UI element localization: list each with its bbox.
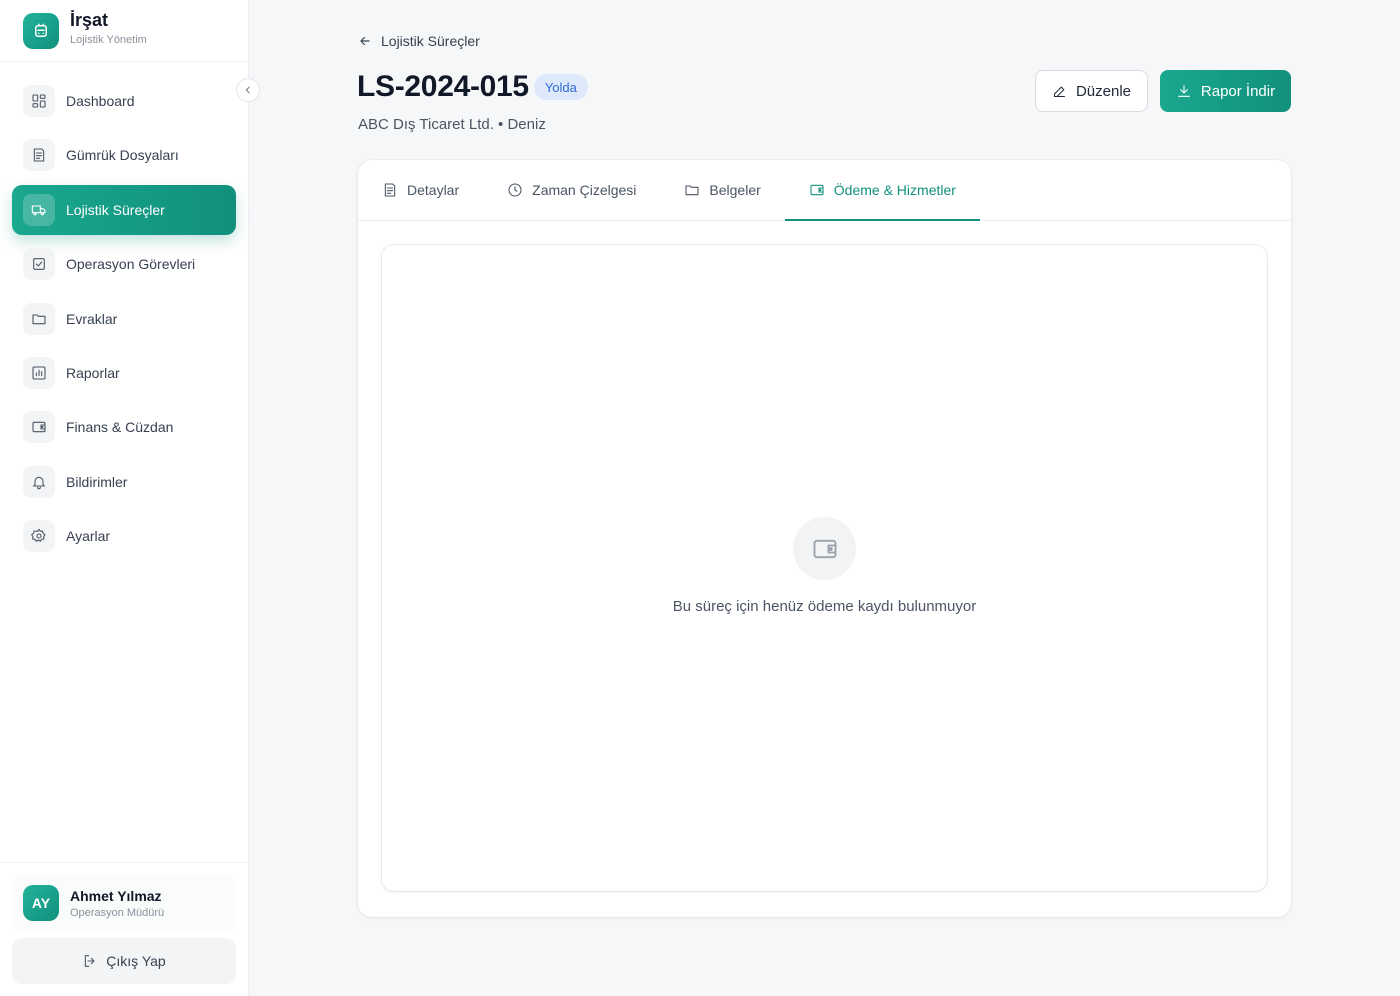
logout-label: Çıkış Yap <box>106 953 166 969</box>
chart-icon <box>23 356 55 389</box>
dashboard-icon <box>23 85 55 117</box>
tab-label: Detaylar <box>407 182 460 198</box>
logout-button[interactable]: Çıkış Yap <box>12 938 236 984</box>
gear-icon <box>23 520 55 553</box>
sidebar: İrşat Lojistik Yönetim Dashboard Gümrük … <box>0 0 260 996</box>
bell-icon <box>23 465 55 498</box>
tab-label: Ödeme & Hizmetler <box>833 182 956 198</box>
tab-label: Zaman Çizelgesi <box>532 182 637 198</box>
wallet-icon <box>810 184 824 196</box>
download-report-label: Rapor İndir <box>1200 82 1276 100</box>
tab-timeline[interactable]: Zaman Çizelgesi <box>483 160 660 220</box>
tab-bar: Detaylar Zaman Çizelgesi Belgeler Ödeme … <box>358 160 1291 221</box>
back-link-label: Lojistik Süreçler <box>381 33 480 49</box>
arrow-left-icon <box>360 36 370 46</box>
status-badge: Yolda <box>533 74 588 100</box>
brand-title: İrşat <box>70 10 109 30</box>
sidebar-item-label: Gümrük Dosyaları <box>66 147 179 164</box>
truck-icon <box>23 193 55 226</box>
wallet-icon <box>793 517 856 580</box>
checkbox-icon <box>23 248 55 281</box>
brand-logo-icon <box>23 12 59 49</box>
payment-panel: Bu süreç için henüz ödeme kaydı bulunmuy… <box>382 245 1267 891</box>
sidebar-item-notifications[interactable]: Bildirimler <box>12 457 236 507</box>
download-icon <box>1178 85 1190 97</box>
back-link[interactable]: Lojistik Süreçler <box>358 33 480 49</box>
sidebar-item-documents[interactable]: Evraklar <box>12 294 236 344</box>
sidebar-collapse-button[interactable] <box>236 78 260 102</box>
wallet-icon <box>23 411 55 444</box>
page-title-row: LS-2024-015 Yolda <box>357 70 588 104</box>
download-report-button[interactable]: Rapor İndir <box>1160 70 1291 112</box>
brand-subtitle: Lojistik Yönetim <box>70 34 147 46</box>
tab-documents[interactable]: Belgeler <box>660 160 784 220</box>
process-detail-card: Detaylar Zaman Çizelgesi Belgeler Ödeme … <box>358 160 1291 917</box>
sidebar-item-label: Dashboard <box>66 93 135 109</box>
sidebar-item-label: Bildirimler <box>66 473 128 490</box>
empty-state-message: Bu süreç için henüz ödeme kaydı bulunmuy… <box>672 598 977 615</box>
brand[interactable]: İrşat Lojistik Yönetim <box>0 0 248 62</box>
sidebar-item-dashboard[interactable]: Dashboard <box>12 76 236 126</box>
folder-icon <box>23 302 55 335</box>
edit-button[interactable]: Düzenle <box>1035 70 1148 112</box>
sidebar-item-label: Finans & Cüzdan <box>66 419 174 436</box>
sidebar-item-logistics-processes[interactable]: Lojistik Süreçler <box>12 184 236 235</box>
sidebar-item-customs-files[interactable]: Gümrük Dosyaları <box>12 130 236 180</box>
sidebar-item-label: Ayarlar <box>66 528 111 545</box>
page-title: LS-2024-015 <box>357 70 529 103</box>
clock-icon <box>508 183 522 197</box>
page-subtitle: ABC Dış Ticaret Ltd. • Deniz <box>358 116 546 133</box>
sidebar-item-settings[interactable]: Ayarlar <box>12 511 236 561</box>
sidebar-item-label: Operasyon Görevleri <box>66 256 196 273</box>
tab-label: Belgeler <box>709 182 761 198</box>
logout-icon <box>85 955 95 967</box>
edit-button-label: Düzenle <box>1075 82 1132 100</box>
user-role: Operasyon Müdürü <box>70 906 165 919</box>
tab-details[interactable]: Detaylar <box>358 160 483 220</box>
user-name: Ahmet Yılmaz <box>70 887 162 904</box>
sidebar-item-label: Evraklar <box>66 310 118 327</box>
sidebar-item-reports[interactable]: Raporlar <box>12 348 236 398</box>
sidebar-item-label: Raporlar <box>66 364 120 381</box>
document-icon <box>384 183 396 197</box>
avatar: AY <box>23 885 59 921</box>
tab-payment-services[interactable]: Ödeme & Hizmetler <box>784 160 981 221</box>
pencil-icon <box>1053 86 1065 97</box>
sidebar-item-operation-tasks[interactable]: Operasyon Görevleri <box>12 239 236 289</box>
folder-icon <box>685 185 699 196</box>
user-card[interactable]: AY Ahmet Yılmaz Operasyon Müdürü <box>12 875 236 931</box>
chevron-left-icon <box>245 86 250 94</box>
sidebar-footer: AY Ahmet Yılmaz Operasyon Müdürü Çıkış Y… <box>0 862 248 996</box>
sidebar-item-label: Lojistik Süreçler <box>66 201 165 218</box>
document-icon <box>23 139 55 172</box>
sidebar-item-finance-wallet[interactable]: Finans & Cüzdan <box>12 402 236 452</box>
sidebar-nav: Dashboard Gümrük Dosyaları Lojistik Süre… <box>12 76 236 566</box>
